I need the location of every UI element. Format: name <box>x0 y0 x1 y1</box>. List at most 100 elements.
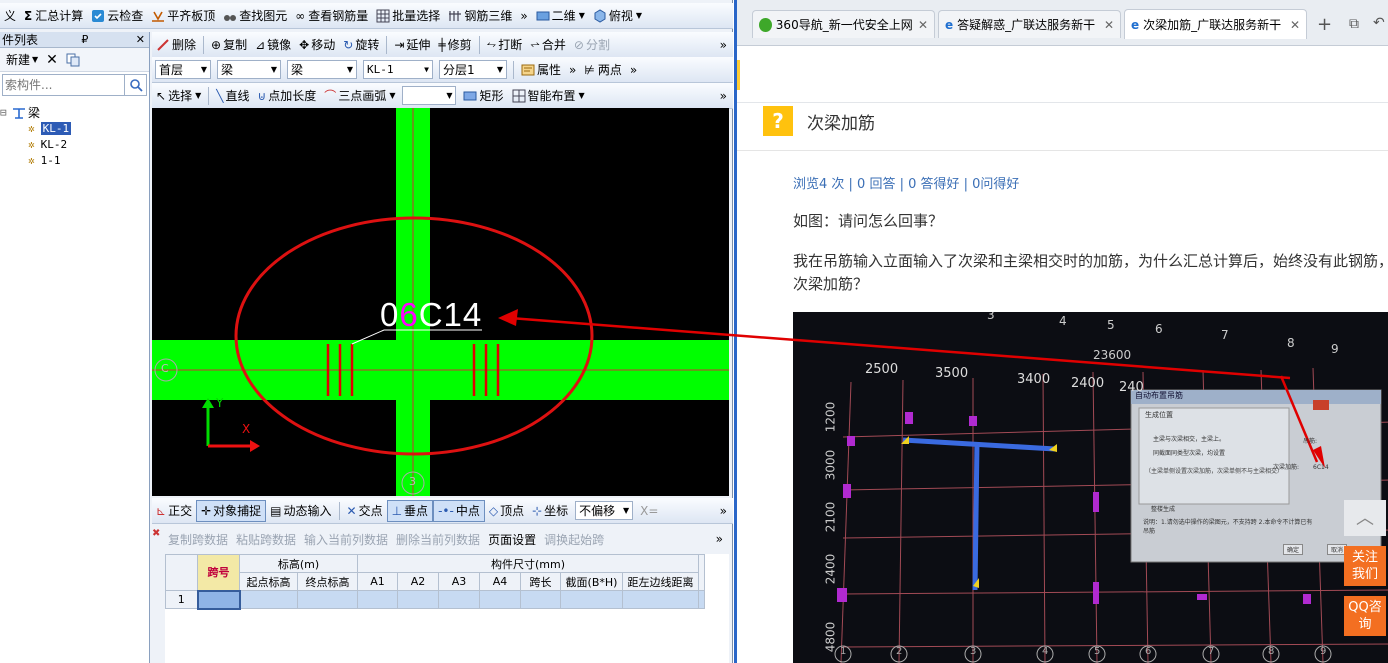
delete-component-icon[interactable]: ✕ <box>42 49 62 71</box>
panel-close-icon[interactable]: ✖ <box>152 528 160 539</box>
new-component-dropdown[interactable]: 新建 ▼ <box>2 49 42 71</box>
offset-select[interactable]: 不偏移 ▼ <box>575 501 634 520</box>
properties-button[interactable]: 属性 <box>517 59 565 81</box>
table-cell[interactable] <box>438 590 480 609</box>
grid-select-icon <box>376 9 390 23</box>
toolbar-overflow[interactable]: » <box>516 5 531 27</box>
tree-root-beam[interactable]: ⊟ 梁 <box>0 104 149 120</box>
rectangle-button[interactable]: 矩形 <box>459 85 507 107</box>
table-cell[interactable] <box>357 590 398 609</box>
coordinate-snap[interactable]: ⊹ 坐标 <box>528 500 572 522</box>
component-select[interactable]: KL-1 ▼ <box>363 60 433 79</box>
follow-us-button[interactable]: 关注我们 <box>1344 546 1386 586</box>
view-rebar-qty-button[interactable]: ∞ 查看钢筋量 <box>291 5 372 27</box>
table-cell[interactable] <box>479 590 521 609</box>
toolbar-overflow[interactable]: » <box>714 38 733 52</box>
type-select[interactable]: 梁 ▼ <box>287 60 357 79</box>
tab-list-icon[interactable]: ⧉ <box>1349 16 1359 32</box>
table-cell[interactable] <box>698 590 705 609</box>
tab-current[interactable]: e 次梁加筋_广联达服务新干 ✕ <box>1124 9 1307 39</box>
view-2d-dropdown[interactable]: 二维 ▼ <box>532 5 589 27</box>
toolbar-overflow[interactable]: » <box>710 532 729 546</box>
toolbar-overflow[interactable]: » <box>714 504 733 518</box>
dynamic-input-toggle[interactable]: ▤ 动态输入 <box>266 500 335 522</box>
tree-item[interactable]: ✲ KL-1 <box>0 120 149 136</box>
pin-icon[interactable]: ₽ <box>77 33 92 46</box>
move-button[interactable]: ✥ 移动 <box>295 34 339 56</box>
gear-icon: ✲ <box>28 137 35 151</box>
mirror-button[interactable]: ⊿ 镜像 <box>251 34 295 56</box>
new-tab-button[interactable]: + <box>1317 14 1332 35</box>
tree-item[interactable]: ✲ 1-1 <box>0 152 149 168</box>
table-cell[interactable] <box>520 590 561 609</box>
cloud-check-button[interactable]: 云检查 <box>87 5 147 27</box>
summary-calc-button[interactable]: Σ 汇总计算 <box>20 5 87 27</box>
extend-button[interactable]: ⇥ 延伸 <box>390 34 434 56</box>
vertex-snap[interactable]: ◇ 顶点 <box>485 500 528 522</box>
align-slab-top-button[interactable]: 平齐板顶 <box>147 5 219 27</box>
paste-span-data-button[interactable]: 粘贴跨数据 <box>232 528 300 550</box>
three-point-arc-dropdown[interactable]: ⌒ 三点画弧 ▼ <box>320 85 399 107</box>
intersection-snap[interactable]: ✕ 交点 <box>343 500 387 522</box>
close-icon[interactable]: ✕ <box>132 33 149 46</box>
toolbar-overflow[interactable]: » <box>626 59 641 81</box>
toolbar-overflow[interactable]: » <box>565 59 580 81</box>
define-button[interactable]: 义 <box>0 5 20 27</box>
split-button[interactable]: ⊘ 分割 <box>570 34 614 56</box>
collapse-icon[interactable]: ⊟ <box>0 106 8 119</box>
undo-close-icon[interactable]: ↶ <box>1373 15 1385 31</box>
table-cell[interactable] <box>622 590 699 609</box>
select-dropdown[interactable]: ↖ 选择 ▼ <box>152 85 205 107</box>
photo-left-dim: 1200 <box>823 401 838 433</box>
rotate-button[interactable]: ↻ 旋转 <box>339 34 383 56</box>
swap-start-span-button[interactable]: 调换起始跨 <box>540 528 608 550</box>
view-top-dropdown[interactable]: 俯视 ▼ <box>589 5 646 27</box>
table-cell[interactable] <box>397 590 439 609</box>
midpoint-snap[interactable]: -•- 中点 <box>433 499 485 522</box>
copy-span-data-button[interactable]: 复制跨数据 <box>164 528 232 550</box>
copy-button[interactable]: ⊕ 复制 <box>207 34 251 56</box>
perpendicular-snap[interactable]: ⊥ 垂点 <box>386 499 434 522</box>
drawing-canvas[interactable]: 06C14 C 3 Y X <box>152 108 729 496</box>
delete-button[interactable]: 删除 <box>152 34 200 56</box>
tab-360-nav[interactable]: 360导航_新一代安全上网导 ✕ <box>752 10 935 38</box>
smart-layout-dropdown[interactable]: 智能布置 ▼ <box>508 85 589 107</box>
tree-item[interactable]: ✲ KL-2 <box>0 136 149 152</box>
object-snap-toggle[interactable]: ✛ 对象捕捉 <box>196 499 267 522</box>
layer-select[interactable]: 分层1 ▼ <box>439 60 507 79</box>
table-cell[interactable] <box>239 590 298 609</box>
qq-consult-button[interactable]: QQ咨询 <box>1344 596 1386 636</box>
question-photo[interactable]: 2500 3500 3400 2400 240 23600 3 4 5 6 7 … <box>793 312 1388 663</box>
cube-icon <box>593 8 607 23</box>
batch-select-button[interactable]: 批量选择 <box>372 5 444 27</box>
find-element-button[interactable]: 查找图元 <box>219 5 291 27</box>
category-select[interactable]: 梁 ▼ <box>217 60 281 79</box>
line-button[interactable]: ╲ 直线 <box>212 85 253 107</box>
merge-button[interactable]: ⥋ 合并 <box>526 34 570 56</box>
question-stats[interactable]: 浏览4 次 | 0 回答 | 0 答得好 | 0问得好 <box>793 173 1019 192</box>
tab-qa[interactable]: e 答疑解惑_广联达服务新干 ✕ <box>938 10 1121 38</box>
toolbar-overflow[interactable]: » <box>714 89 733 103</box>
page-setup-button[interactable]: 页面设置 <box>484 528 540 550</box>
tab-close-icon[interactable]: ✕ <box>1098 18 1114 32</box>
tab-close-icon[interactable]: ✕ <box>1284 18 1300 32</box>
floor-select[interactable]: 首层 ▼ <box>155 60 211 79</box>
span-cell[interactable] <box>196 589 241 610</box>
component-search-input[interactable] <box>3 75 124 95</box>
copy-component-icon[interactable] <box>62 49 84 71</box>
search-icon[interactable] <box>124 75 146 95</box>
two-point-button[interactable]: ⊭ 两点 <box>580 59 625 81</box>
break-button[interactable]: ⥊ 打断 <box>483 34 527 56</box>
ortho-toggle[interactable]: ⊾ 正交 <box>152 500 196 522</box>
delete-column-data-button[interactable]: 删除当前列数据 <box>392 528 484 550</box>
tab-close-icon[interactable]: ✕ <box>912 18 928 32</box>
table-cell[interactable] <box>560 590 623 609</box>
blank-select[interactable]: ▼ <box>402 86 457 105</box>
rebar-3d-button[interactable]: 钢筋三维 <box>444 5 516 27</box>
table-cell[interactable] <box>297 590 358 609</box>
input-column-data-button[interactable]: 输入当前列数据 <box>300 528 392 550</box>
trim-button[interactable]: ╪ 修剪 <box>434 34 475 56</box>
back-to-top-button[interactable]: ︿ <box>1344 500 1386 536</box>
point-length-button[interactable]: ⊍ 点加长度 <box>253 85 320 107</box>
table-row[interactable]: 1 <box>165 589 705 610</box>
